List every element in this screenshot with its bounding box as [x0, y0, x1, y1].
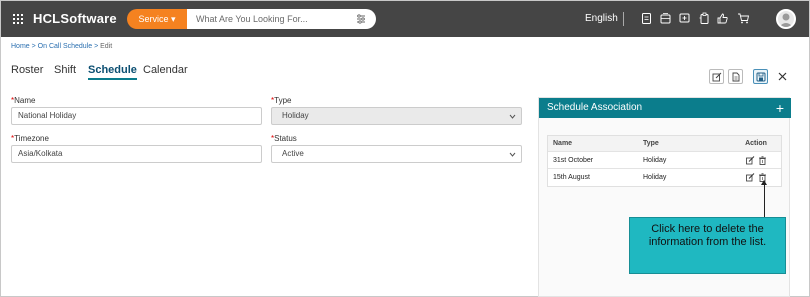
association-table: Name Type Action 31st October Holiday 15… — [547, 135, 782, 187]
service-dropdown-button[interactable]: Service ▾ — [127, 9, 187, 29]
breadcrumb-separator: > — [29, 43, 38, 50]
name-input[interactable]: National Holiday — [11, 107, 262, 125]
type-label: *Type — [271, 96, 292, 105]
chevron-down-icon — [509, 152, 516, 157]
search-input[interactable]: What Are You Looking For... — [187, 9, 376, 29]
chevron-down-icon — [509, 114, 516, 119]
breadcrumb: Home > On Call Schedule > Edit — [11, 43, 112, 50]
top-bar: HCLSoftware Service ▾ What Are You Looki… — [1, 1, 809, 37]
tab-schedule[interactable]: Schedule — [88, 64, 137, 80]
save-icon — [756, 72, 766, 82]
thumbs-up-icon[interactable] — [716, 12, 729, 25]
divider — [623, 12, 624, 26]
panel-header: Schedule Association + — [539, 98, 791, 118]
table-row: 15th August Holiday — [548, 169, 781, 186]
name-label: *Name — [11, 96, 36, 105]
column-header-type: Type — [643, 140, 659, 147]
chat-plus-icon[interactable] — [678, 12, 691, 25]
tab-calendar[interactable]: Calendar — [143, 64, 188, 76]
row-name: 31st October — [553, 157, 594, 164]
breadcrumb-separator: > — [92, 43, 101, 50]
panel-title: Schedule Association — [547, 102, 643, 113]
type-value: Holiday — [282, 111, 309, 120]
tab-shift[interactable]: Shift — [54, 64, 76, 76]
type-select[interactable]: Holiday — [271, 107, 522, 125]
status-label: *Status — [271, 134, 297, 143]
status-value: Active — [282, 149, 304, 158]
row-actions — [746, 156, 770, 166]
row-type: Holiday — [643, 174, 667, 181]
callout-arrow — [764, 184, 765, 217]
user-icon — [779, 13, 793, 27]
breadcrumb-home[interactable]: Home — [11, 43, 30, 50]
search-placeholder: What Are You Looking For... — [196, 14, 308, 24]
edit-button[interactable] — [709, 69, 724, 84]
save-button[interactable] — [753, 69, 768, 84]
timezone-label: *Timezone — [11, 134, 49, 143]
column-header-name: Name — [553, 140, 573, 147]
column-header-action: Action — [745, 140, 767, 147]
app-window: HCLSoftware Service ▾ What Are You Looki… — [0, 0, 810, 297]
clipboard-icon[interactable] — [698, 12, 711, 25]
cart-icon[interactable] — [737, 12, 750, 25]
callout-box: Click here to delete the information fro… — [629, 217, 786, 274]
table-header-row: Name Type Action — [548, 136, 781, 152]
row-type: Holiday — [643, 157, 667, 164]
language-selector[interactable]: English — [585, 13, 618, 24]
file-icon — [732, 72, 740, 82]
brand-logo: HCLSoftware — [33, 11, 117, 26]
name-value: National Holiday — [18, 111, 77, 120]
row-name: 15th August — [553, 174, 590, 181]
pencil-icon[interactable] — [746, 173, 755, 182]
timezone-input[interactable]: Asia/Kolkata — [11, 145, 262, 163]
trash-icon[interactable] — [758, 156, 767, 165]
document-icon[interactable] — [640, 12, 653, 25]
close-button[interactable] — [775, 69, 790, 84]
edit-icon — [712, 72, 722, 82]
timezone-value: Asia/Kolkata — [18, 149, 63, 158]
tab-roster[interactable]: Roster — [11, 64, 43, 76]
status-select[interactable]: Active — [271, 145, 522, 163]
grid-menu-icon[interactable] — [13, 14, 23, 24]
pencil-icon[interactable] — [746, 156, 755, 165]
inbox-icon[interactable] — [659, 12, 672, 25]
breadcrumb-current: Edit — [100, 43, 113, 50]
view-document-button[interactable] — [728, 69, 743, 84]
add-association-button[interactable]: + — [776, 98, 784, 118]
table-row: 31st October Holiday — [548, 152, 781, 169]
breadcrumb-on-call-schedule[interactable]: On Call Schedule — [38, 43, 92, 50]
avatar[interactable] — [776, 9, 796, 29]
close-icon — [778, 72, 787, 81]
filter-icon[interactable] — [356, 14, 366, 24]
